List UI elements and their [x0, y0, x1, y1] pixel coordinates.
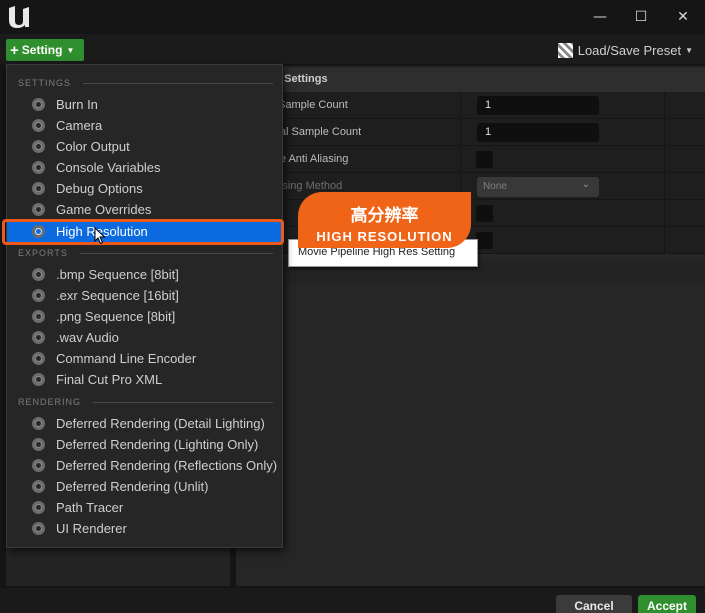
menu-item-deferred-unlit[interactable]: Deferred Rendering (Unlit) [7, 476, 282, 497]
setting-gear-icon [32, 459, 45, 472]
temporal-sample-count-input[interactable]: 1 [477, 123, 599, 142]
property-checkbox[interactable] [476, 232, 493, 249]
cancel-button[interactable]: Cancel [556, 595, 632, 613]
spatial-sample-count-input[interactable]: 1 [477, 96, 599, 115]
toolbar: + Setting ▼ Load/Save Preset ▼ [0, 34, 705, 64]
plus-icon: + [10, 41, 19, 59]
setting-gear-icon [32, 373, 45, 386]
menu-item-debug-options[interactable]: Debug Options [7, 178, 282, 199]
menu-item-burn-in[interactable]: Burn In [7, 94, 282, 115]
setting-gear-icon [32, 268, 45, 281]
setting-gear-icon [32, 182, 45, 195]
mouse-cursor-icon [94, 227, 106, 245]
menu-item-png-sequence[interactable]: .png Sequence [8bit] [7, 306, 282, 327]
property-row: rride Anti Aliasing [236, 146, 705, 173]
anti-aliasing-method-dropdown[interactable]: None ⌄ [477, 177, 599, 197]
highlight-annotation [2, 219, 284, 245]
menu-section-header: SETTINGS [18, 76, 273, 90]
minimize-button[interactable]: — [591, 8, 609, 26]
setting-gear-icon [32, 438, 45, 451]
setting-gear-icon [32, 310, 45, 323]
setting-gear-icon [32, 140, 45, 153]
caret-down-icon: ▼ [685, 45, 693, 55]
title-bar: — ☐ ✕ [0, 0, 705, 34]
setting-gear-icon [32, 98, 45, 111]
dropdown-value: None [483, 181, 507, 192]
setting-gear-icon [32, 203, 45, 216]
caret-down-icon: ▼ [66, 45, 75, 55]
setting-button-label: Setting [21, 43, 63, 57]
chevron-down-icon: ⌄ [581, 179, 590, 190]
property-checkbox[interactable] [476, 205, 493, 222]
maximize-button[interactable]: ☐ [632, 8, 650, 26]
setting-gear-icon [32, 501, 45, 514]
accept-button[interactable]: Accept [638, 595, 696, 613]
menu-item-exr-sequence[interactable]: .exr Sequence [16bit] [7, 285, 282, 306]
menu-item-deferred-detail-lighting[interactable]: Deferred Rendering (Detail Lighting) [7, 413, 282, 434]
menu-item-color-output[interactable]: Color Output [7, 136, 282, 157]
menu-section-header: RENDERING [18, 395, 273, 409]
callout-english-text: HIGH RESOLUTION [316, 229, 453, 244]
setting-gear-icon [32, 119, 45, 132]
setting-gear-icon [32, 289, 45, 302]
setting-gear-icon [32, 161, 45, 174]
high-resolution-callout: 高分辨率 HIGH RESOLUTION [298, 192, 471, 248]
property-row: poral Sample Count 1 [236, 119, 705, 146]
settings-details-panel: der Settings ial Sample Count 1 poral Sa… [236, 66, 705, 586]
setting-gear-icon [32, 522, 45, 535]
menu-item-path-tracer[interactable]: Path Tracer [7, 497, 282, 518]
menu-item-console-variables[interactable]: Console Variables [7, 157, 282, 178]
menu-item-game-overrides[interactable]: Game Overrides [7, 199, 282, 220]
preset-icon [557, 42, 573, 58]
setting-gear-icon [32, 480, 45, 493]
preset-label: Load/Save Preset [577, 42, 682, 58]
setting-gear-icon [32, 331, 45, 344]
unreal-engine-logo-icon [9, 6, 29, 28]
menu-item-ui-renderer[interactable]: UI Renderer [7, 518, 282, 539]
menu-item-command-line-encoder[interactable]: Command Line Encoder [7, 348, 282, 369]
menu-item-wav-audio[interactable]: .wav Audio [7, 327, 282, 348]
setting-gear-icon [32, 417, 45, 430]
menu-item-deferred-reflections-only[interactable]: Deferred Rendering (Reflections Only) [7, 455, 282, 476]
add-setting-menu: SETTINGS Burn In Camera Color Output Con… [6, 64, 283, 548]
menu-item-deferred-lighting-only[interactable]: Deferred Rendering (Lighting Only) [7, 434, 282, 455]
override-anti-aliasing-checkbox[interactable] [476, 151, 493, 168]
setting-gear-icon [32, 352, 45, 365]
menu-item-bmp-sequence[interactable]: .bmp Sequence [8bit] [7, 264, 282, 285]
section-header[interactable]: der Settings [236, 68, 705, 92]
close-button[interactable]: ✕ [674, 8, 692, 26]
property-row: ial Sample Count 1 [236, 92, 705, 119]
menu-section-header: EXPORTS [18, 246, 273, 260]
callout-chinese-text: 高分辨率 [350, 206, 419, 226]
menu-item-camera[interactable]: Camera [7, 115, 282, 136]
menu-item-final-cut-pro-xml[interactable]: Final Cut Pro XML [7, 369, 282, 390]
add-setting-button[interactable]: + Setting ▼ [6, 39, 84, 61]
load-save-preset-button[interactable]: Load/Save Preset ▼ [557, 40, 693, 60]
